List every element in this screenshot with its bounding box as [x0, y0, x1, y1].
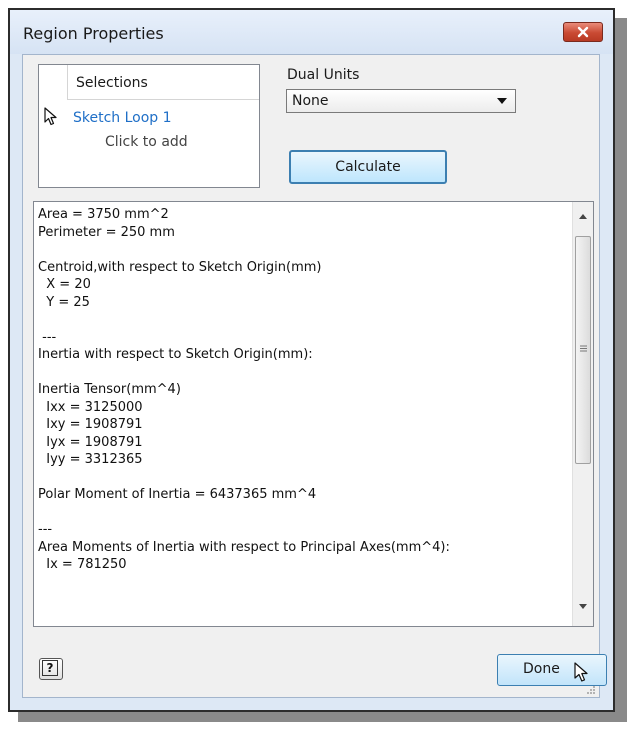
- result-line: Inertia with respect to Sketch Origin(mm…: [38, 347, 313, 362]
- pointer-icon: [44, 107, 57, 126]
- result-line: ---: [38, 329, 57, 345]
- result-line: [38, 241, 568, 259]
- region-properties-dialog: Region Properties Selections Sketch Loop…: [8, 8, 615, 712]
- selection-item-sketch-loop[interactable]: Sketch Loop 1: [73, 110, 172, 126]
- result-line: [38, 469, 568, 487]
- result-line: ---: [38, 522, 53, 537]
- chevron-down-icon: [497, 98, 507, 104]
- close-button[interactable]: [563, 22, 603, 42]
- calculate-button-label: Calculate: [335, 159, 401, 175]
- result-line: Iyy = 3312365: [38, 452, 143, 467]
- scroll-down-icon[interactable]: [579, 604, 587, 609]
- result-line: Ixy = 1908791: [38, 417, 143, 432]
- results-textbox[interactable]: Area = 3750 mm^2 Perimeter = 250 mm Centr…: [33, 201, 594, 627]
- done-button-label: Done: [523, 661, 560, 677]
- dual-units-label: Dual Units: [287, 67, 360, 83]
- selections-list[interactable]: Selections Sketch Loop 1 Click to add: [38, 64, 260, 188]
- result-line: Perimeter = 250 mm: [38, 224, 175, 240]
- result-line: Area Moments of Inertia with respect to …: [38, 539, 450, 555]
- dual-units-select[interactable]: None: [286, 89, 516, 113]
- result-line: Polar Moment of Inertia = 6437365 mm^4: [38, 487, 317, 502]
- result-line: [38, 504, 568, 522]
- pointer-icon: [574, 662, 588, 682]
- title-bar[interactable]: Region Properties: [10, 10, 613, 54]
- result-line: Iyx = 1908791: [38, 434, 143, 450]
- click-to-add-hint[interactable]: Click to add: [105, 134, 188, 150]
- result-line: Y = 25: [38, 294, 90, 310]
- selections-header: Selections: [67, 65, 259, 100]
- results-scrollbar[interactable]: [572, 202, 593, 626]
- selections-header-label: Selections: [76, 75, 148, 91]
- dialog-body: Selections Sketch Loop 1 Click to add Du…: [22, 54, 607, 698]
- window-title: Region Properties: [23, 24, 164, 43]
- close-icon: [577, 26, 589, 38]
- help-icon: ?: [42, 660, 58, 676]
- help-button[interactable]: ?: [39, 658, 63, 680]
- result-line: Ixx = 3125000: [38, 399, 143, 415]
- scroll-thumb[interactable]: [575, 236, 591, 464]
- done-button[interactable]: Done: [497, 654, 607, 686]
- scroll-grip-icon: [580, 345, 587, 352]
- scroll-up-icon[interactable]: [579, 214, 587, 219]
- calculate-button[interactable]: Calculate: [289, 150, 447, 184]
- resize-grip-icon[interactable]: [586, 685, 596, 695]
- result-line: Inertia Tensor(mm^4): [38, 382, 181, 397]
- results-text: Area = 3750 mm^2 Perimeter = 250 mm Centr…: [38, 206, 568, 574]
- result-line: [38, 364, 568, 382]
- result-line: Centroid,with respect to Sketch Origin(m…: [38, 259, 322, 275]
- result-line: [38, 311, 568, 329]
- result-line: Ix = 781250: [38, 557, 127, 572]
- result-line: Area = 3750 mm^2: [38, 207, 169, 222]
- dual-units-value: None: [292, 93, 329, 109]
- result-line: X = 20: [38, 277, 91, 292]
